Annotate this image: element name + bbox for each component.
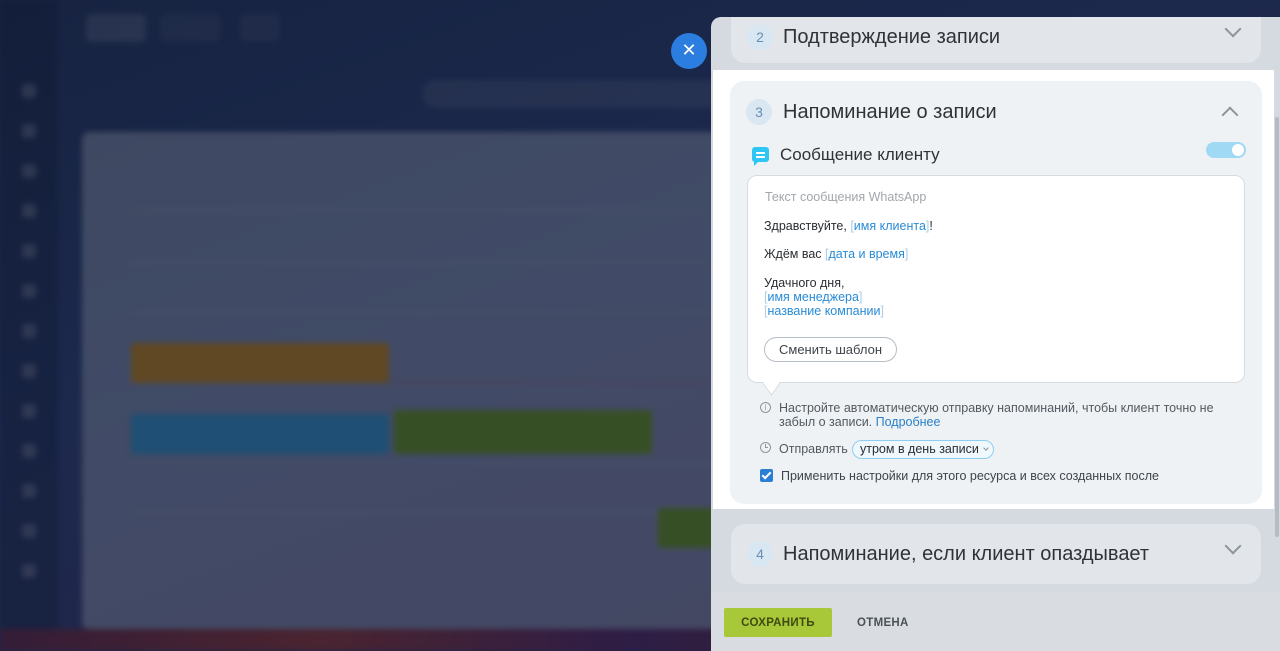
change-template-button[interactable]: Сменить шаблон xyxy=(764,337,897,362)
message-line-closing: Удачного дня, xyxy=(764,276,845,290)
more-link[interactable]: Подробнее xyxy=(876,415,941,429)
save-button[interactable]: СОХРАНИТЬ xyxy=(724,608,832,637)
message-toggle[interactable] xyxy=(1206,142,1246,158)
send-time-select[interactable]: утром в день записи xyxy=(852,440,994,459)
info-text: Настройте автоматическую отправку напоми… xyxy=(779,401,1239,429)
message-text: Ждём вас xyxy=(764,247,826,261)
slider-panel: 2 Подтверждение записи 3 Напоминание о з… xyxy=(711,17,1280,651)
info-icon: i xyxy=(760,402,771,413)
active-section-wrapper: 3 Напоминание о записи Сообщение клиенту… xyxy=(713,70,1274,509)
clock-icon xyxy=(760,442,771,453)
message-heading-label: Сообщение клиенту xyxy=(780,145,940,164)
panel-scrollbar[interactable] xyxy=(1274,37,1280,537)
section-reminder: 3 Напоминание о записи Сообщение клиенту… xyxy=(730,81,1262,504)
close-icon[interactable]: ✕ xyxy=(671,33,707,69)
cancel-button[interactable]: ОТМЕНА xyxy=(845,608,921,637)
apply-settings-checkbox[interactable] xyxy=(760,469,773,482)
section-title: Подтверждение записи xyxy=(783,26,1001,48)
message-text: Здравствуйте, xyxy=(764,219,851,233)
scrollbar-thumb[interactable] xyxy=(1275,117,1279,537)
apply-settings-label[interactable]: Применить настройки для этого ресурса и … xyxy=(781,469,1159,483)
section-confirmation[interactable]: 2 Подтверждение записи xyxy=(731,17,1261,63)
send-time-value: утром в день записи xyxy=(860,442,979,456)
message-box-label: Текст сообщения WhatsApp xyxy=(765,190,927,204)
message-line-waiting: Ждём вас [дата и время] xyxy=(764,247,909,261)
section-number: 2 xyxy=(747,24,773,50)
variable-manager-name[interactable]: имя менеджера xyxy=(767,290,858,304)
chevron-up-icon[interactable] xyxy=(1221,106,1239,124)
chat-icon xyxy=(752,147,769,166)
section-title: Напоминание о записи xyxy=(783,101,997,123)
section-number: 3 xyxy=(746,99,772,125)
toggle-knob xyxy=(1232,144,1244,156)
info-description: Настройте автоматическую отправку напоми… xyxy=(779,401,1214,429)
section-title: Напоминание, если клиент опаздывает xyxy=(783,543,1150,565)
section-late-reminder[interactable]: 4 Напоминание, если клиент опаздывает xyxy=(731,524,1261,584)
chevron-down-icon[interactable] xyxy=(1224,20,1242,38)
section-number: 4 xyxy=(747,541,773,567)
message-template-box[interactable]: Текст сообщения WhatsApp Здравствуйте, [… xyxy=(747,175,1245,383)
message-line-manager: [имя менеджера] xyxy=(764,290,863,304)
panel-footer: СОХРАНИТЬ ОТМЕНА xyxy=(711,592,1280,651)
message-line-company: [название компании] xyxy=(764,304,884,318)
send-label: Отправлять xyxy=(779,442,848,456)
message-text: ! xyxy=(929,219,933,233)
variable-client-name[interactable]: имя клиента xyxy=(854,219,926,233)
variable-company-name[interactable]: название компании xyxy=(767,304,880,318)
variable-date-time[interactable]: дата и время xyxy=(829,247,905,261)
message-line-greeting: Здравствуйте, [имя клиента]! xyxy=(764,219,933,233)
chevron-down-icon xyxy=(983,445,989,451)
chevron-down-icon[interactable] xyxy=(1224,537,1242,555)
